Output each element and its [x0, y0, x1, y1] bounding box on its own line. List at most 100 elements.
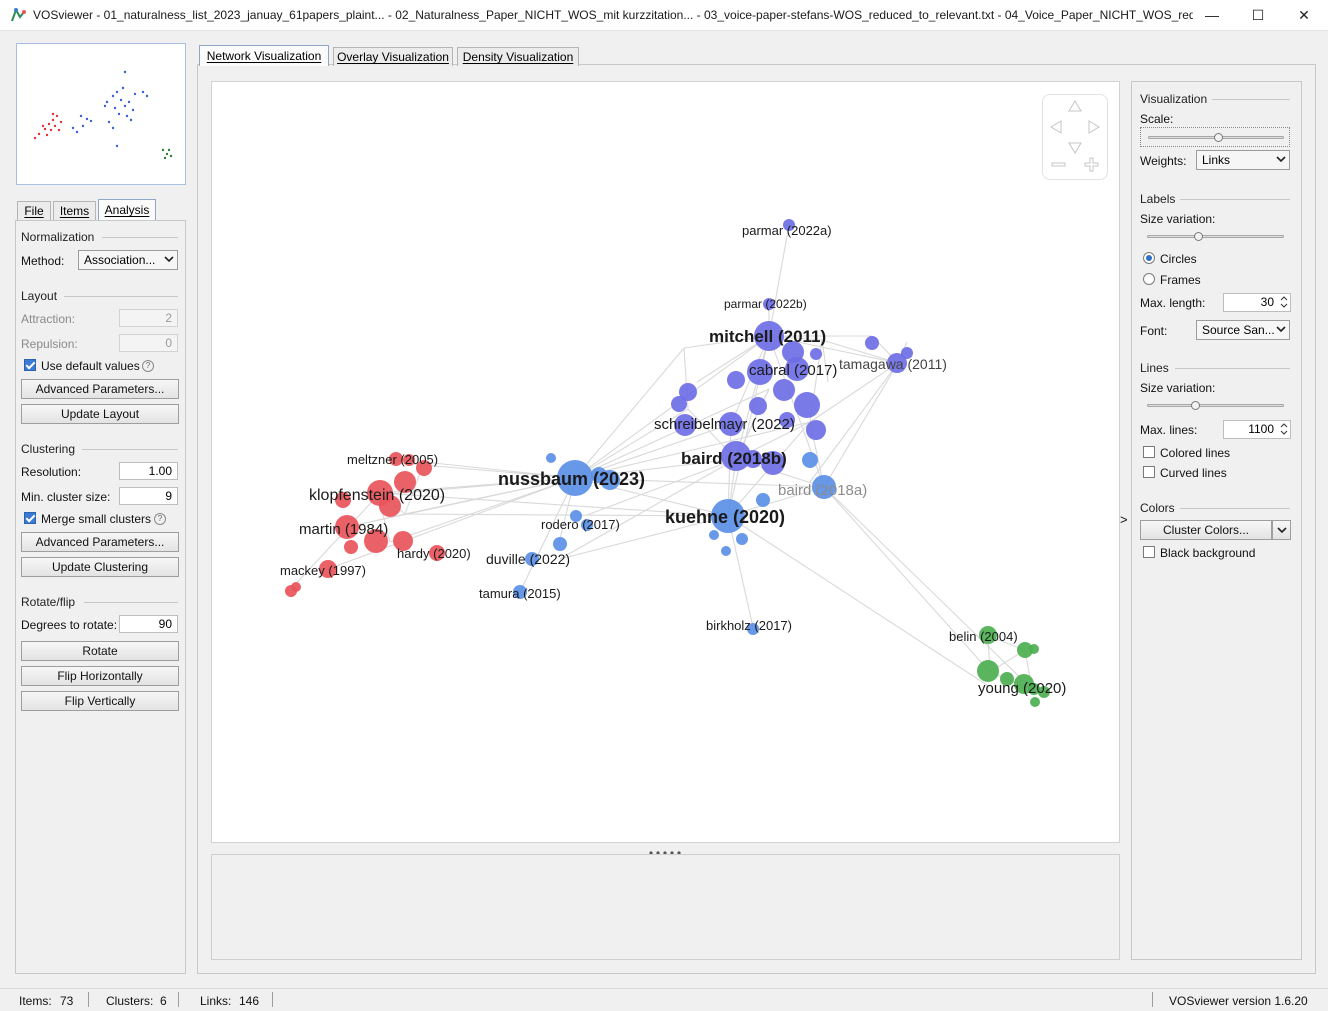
pan-right-icon[interactable] — [1088, 120, 1100, 134]
repulsion-input[interactable]: 0 — [119, 334, 178, 352]
divider — [272, 992, 273, 1007]
chevron-down-icon — [1276, 326, 1286, 333]
weights-select[interactable]: Links — [1196, 150, 1290, 170]
max-lines-input[interactable]: 1100 — [1223, 420, 1291, 439]
cluster-colors-dropdown[interactable] — [1272, 520, 1291, 540]
help-icon[interactable]: ? — [142, 360, 154, 372]
attraction-label: Attraction: — [21, 312, 76, 326]
status-bar: Items: 73 Clusters: 6 Links: 146 VOSview… — [0, 988, 1328, 1011]
layout-title: Layout — [21, 289, 58, 303]
max-lines-value: 1100 — [1248, 422, 1274, 436]
scale-slider[interactable] — [1140, 127, 1290, 147]
max-length-label: Max. length: — [1140, 296, 1206, 310]
zoom-out-icon[interactable] — [1051, 162, 1066, 167]
frames-radio[interactable] — [1143, 273, 1155, 285]
colors-title: Colors — [1140, 501, 1175, 515]
curved-lines-label: Curved lines — [1160, 466, 1227, 480]
pan-up-icon[interactable] — [1068, 100, 1082, 112]
node-label: schreibelmayr (2022) — [654, 416, 795, 433]
flip-horizontally-button[interactable]: Flip Horizontally — [21, 666, 179, 686]
labels-size-variation-slider[interactable] — [1147, 235, 1284, 238]
colored-lines-label: Colored lines — [1160, 446, 1231, 460]
tab-network-visualization[interactable]: Network Visualization — [199, 45, 329, 66]
attraction-input[interactable]: 2 — [119, 309, 178, 327]
node — [709, 530, 719, 540]
title-bar: VOSviewer - 01_naturalness_list_2023_jan… — [0, 0, 1328, 31]
colored-lines-checkbox[interactable] — [1143, 446, 1155, 458]
link — [574, 347, 685, 479]
node-label: tamagawa (2011) — [839, 356, 947, 372]
method-select[interactable]: Association... — [78, 250, 178, 270]
node — [749, 397, 767, 415]
circles-radio[interactable] — [1143, 252, 1155, 264]
node-label: hardy (2020) — [397, 546, 471, 561]
flip-vertically-button[interactable]: Flip Vertically — [21, 691, 179, 711]
font-select[interactable]: Source San... — [1196, 320, 1290, 340]
node — [977, 660, 999, 682]
link — [768, 224, 790, 337]
method-label: Method: — [21, 254, 65, 268]
spinner-icon[interactable] — [1280, 295, 1288, 309]
black-background-checkbox[interactable] — [1143, 546, 1155, 558]
clustering-advanced-parameters-button[interactable]: Advanced Parameters... — [21, 532, 179, 552]
close-button[interactable]: ✕ — [1281, 0, 1327, 30]
clusters-count-value: 6 — [160, 994, 167, 1008]
weights-value: Links — [1202, 153, 1231, 167]
maximize-button[interactable]: ☐ — [1235, 0, 1281, 30]
resolution-input[interactable]: 1.00 — [119, 462, 178, 480]
tab-analysis[interactable]: Analysis — [98, 199, 156, 220]
splitter-handle[interactable] — [648, 845, 682, 855]
lines-size-variation-slider[interactable] — [1147, 404, 1284, 407]
update-layout-button[interactable]: Update Layout — [21, 404, 179, 424]
clusters-count-label: Clusters: — [106, 994, 154, 1008]
merge-small-clusters-label: Merge small clusters — [41, 512, 152, 526]
layout-advanced-parameters-button[interactable]: Advanced Parameters... — [21, 379, 179, 399]
node — [727, 371, 745, 389]
lines-size-variation-label: Size variation: — [1140, 381, 1216, 395]
scale-slider-thumb[interactable] — [1214, 133, 1223, 142]
use-default-values-checkbox[interactable] — [24, 359, 36, 371]
node — [291, 582, 301, 592]
min-cluster-size-input[interactable]: 9 — [119, 487, 178, 505]
tab-overlay-visualization[interactable]: Overlay Visualization — [333, 47, 453, 66]
cluster-colors-button[interactable]: Cluster Colors... — [1140, 520, 1272, 540]
rotate-button[interactable]: Rotate — [21, 641, 179, 661]
merge-small-clusters-checkbox[interactable] — [24, 512, 36, 524]
degrees-to-rotate-input[interactable]: 90 — [119, 615, 178, 633]
font-value: Source San... — [1202, 323, 1275, 337]
link — [823, 486, 991, 673]
pan-left-icon[interactable] — [1050, 120, 1062, 134]
help-icon[interactable]: ? — [154, 513, 166, 525]
repulsion-label: Repulsion: — [21, 337, 78, 351]
zoom-in-icon[interactable] — [1084, 157, 1099, 172]
tab-density-visualization[interactable]: Density Visualization — [457, 47, 579, 66]
resolution-label: Resolution: — [21, 465, 82, 479]
node-label: kuehne (2020) — [665, 507, 785, 527]
divider — [178, 992, 179, 1007]
network-visualization-canvas[interactable]: parmar (2022a) parmar (2022b) mitchell (… — [211, 81, 1120, 843]
tab-items[interactable]: Items — [53, 201, 96, 220]
divider — [88, 992, 89, 1007]
pan-down-icon[interactable] — [1068, 142, 1082, 154]
link — [727, 515, 991, 688]
black-background-label: Black background — [1160, 546, 1256, 560]
tab-file[interactable]: File — [17, 201, 51, 220]
node-label: parmar (2022a) — [742, 223, 832, 238]
labels-size-variation-thumb[interactable] — [1194, 232, 1203, 241]
node — [721, 546, 731, 556]
links-count-value: 146 — [239, 994, 260, 1008]
curved-lines-checkbox[interactable] — [1143, 466, 1155, 478]
spinner-icon[interactable] — [1280, 422, 1288, 436]
divider — [64, 296, 178, 297]
update-clustering-button[interactable]: Update Clustering — [21, 557, 179, 577]
collapse-panel-arrow[interactable]: > — [1120, 512, 1128, 527]
minimize-button[interactable]: — — [1189, 0, 1235, 30]
divider — [1152, 992, 1153, 1007]
node — [553, 537, 567, 551]
overview-map[interactable] — [16, 43, 186, 185]
visualization-title: Visualization — [1140, 92, 1208, 106]
node-label: nussbaum (2023) — [498, 469, 645, 489]
max-length-input[interactable]: 30 — [1223, 293, 1291, 312]
link — [823, 362, 899, 488]
lines-size-variation-thumb[interactable] — [1191, 401, 1200, 410]
